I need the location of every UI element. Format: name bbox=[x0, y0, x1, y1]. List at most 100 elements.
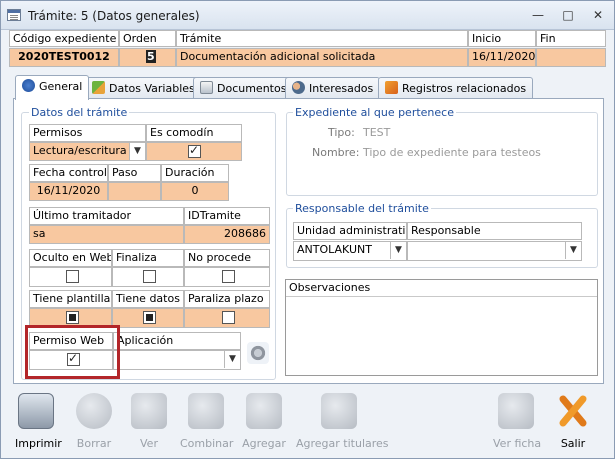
ultimo-tramitador-field[interactable]: sa bbox=[29, 225, 184, 244]
paraliza-plazo-cell bbox=[184, 308, 270, 328]
duracion-label: Duración bbox=[161, 164, 229, 182]
tab-datos-variables-label: Datos Variables bbox=[109, 82, 195, 95]
idtramite-field[interactable]: 208686 bbox=[184, 225, 270, 244]
ver-button[interactable]: Ver bbox=[128, 393, 170, 450]
borrar-label: Borrar bbox=[76, 437, 112, 450]
ultimo-tramitador-label: Último tramitador bbox=[29, 207, 184, 225]
chevron-down-icon[interactable]: ▼ bbox=[565, 242, 581, 259]
fecha-control-field[interactable]: 16/11/2020 bbox=[29, 182, 108, 201]
fin-label: Fin bbox=[536, 30, 606, 47]
agregar-button[interactable]: Agregar bbox=[242, 393, 286, 450]
title-bar: Trámite: 5 (Datos generales) — □ ✕ bbox=[1, 1, 614, 30]
responsable-title: Responsable del trámite bbox=[293, 202, 431, 215]
gear-icon[interactable] bbox=[247, 342, 269, 364]
documents-tab-icon bbox=[200, 81, 213, 94]
chevron-down-icon[interactable]: ▼ bbox=[390, 242, 406, 259]
maximize-button[interactable]: □ bbox=[556, 6, 580, 24]
record-card-icon bbox=[498, 393, 534, 429]
aplicacion-select[interactable]: ▼ bbox=[113, 350, 241, 370]
ver-ficha-label: Ver ficha bbox=[493, 437, 542, 450]
tab-interesados-label: Interesados bbox=[309, 82, 374, 95]
combinar-button[interactable]: Combinar bbox=[180, 393, 234, 450]
close-button[interactable]: ✕ bbox=[586, 6, 610, 24]
datos-tramite-title: Datos del trámite bbox=[29, 106, 130, 119]
imprimir-button[interactable]: Imprimir bbox=[15, 393, 62, 450]
paso-field[interactable] bbox=[108, 182, 161, 201]
main-window: Trámite: 5 (Datos generales) — □ ✕ Códig… bbox=[0, 0, 615, 459]
ver-ficha-button[interactable]: Ver ficha bbox=[493, 393, 542, 450]
people-tab-icon bbox=[292, 81, 305, 94]
orden-value: 5 bbox=[146, 50, 156, 63]
paso-label: Paso bbox=[108, 164, 161, 182]
tab-general-label: General bbox=[39, 80, 83, 93]
oculto-web-checkbox[interactable] bbox=[66, 270, 79, 283]
permisos-value: Lectura/escritura bbox=[33, 144, 127, 157]
codigo-expediente-field[interactable]: 2020TEST0012 bbox=[9, 48, 119, 67]
permisos-select[interactable]: Lectura/escritura ▼ bbox=[29, 142, 146, 161]
tab-documentos-label: Documentos bbox=[217, 82, 287, 95]
comodin-checkbox[interactable] bbox=[188, 143, 201, 158]
observaciones-text[interactable] bbox=[286, 297, 597, 301]
unidad-value: ANTOLAKUNT bbox=[297, 243, 372, 256]
expediente-title: Expediente al que pertenece bbox=[293, 106, 456, 119]
observaciones-box[interactable]: Observaciones bbox=[285, 279, 598, 376]
finaliza-checkbox[interactable] bbox=[143, 270, 156, 283]
agregar-titulares-label: Agregar titulares bbox=[296, 437, 389, 450]
codigo-expediente-label: Código expediente bbox=[9, 30, 119, 47]
observaciones-label: Observaciones bbox=[286, 280, 597, 297]
nombre-label: Nombre: bbox=[312, 146, 360, 159]
form-app-icon bbox=[7, 9, 21, 21]
tab-datos-variables[interactable]: Datos Variables bbox=[85, 77, 202, 99]
tramite-field[interactable]: Documentación adicional solicitada bbox=[176, 48, 468, 67]
chevron-down-icon[interactable]: ▼ bbox=[129, 143, 145, 160]
exit-icon bbox=[555, 393, 591, 429]
responsable-select[interactable]: ▼ bbox=[407, 241, 582, 261]
salir-label: Salir bbox=[560, 437, 586, 450]
tipo-label: Tipo: bbox=[328, 126, 355, 139]
tiene-plantillas-checkbox[interactable] bbox=[66, 311, 79, 324]
add-person-icon bbox=[246, 393, 282, 429]
orden-field[interactable]: 5 bbox=[119, 48, 176, 67]
combinar-label: Combinar bbox=[180, 437, 234, 450]
duracion-field[interactable]: 0 bbox=[161, 182, 229, 201]
agregar-label: Agregar bbox=[242, 437, 286, 450]
combine-icon bbox=[188, 393, 224, 429]
salir-button[interactable]: Salir bbox=[552, 393, 594, 450]
paraliza-plazo-checkbox[interactable] bbox=[222, 311, 235, 324]
minimize-button[interactable]: — bbox=[526, 6, 550, 24]
tab-documentos[interactable]: Documentos bbox=[193, 77, 294, 99]
tab-registros-relacionados-label: Registros relacionados bbox=[402, 82, 527, 95]
delete-icon bbox=[76, 393, 112, 429]
fecha-control-label: Fecha control bbox=[29, 164, 108, 182]
printer-icon bbox=[18, 393, 54, 429]
related-records-tab-icon bbox=[385, 81, 398, 94]
tiene-datos-checkbox[interactable] bbox=[143, 311, 156, 324]
variables-tab-icon bbox=[92, 81, 105, 94]
chevron-down-icon[interactable]: ▼ bbox=[224, 351, 240, 368]
agregar-titulares-button[interactable]: Agregar titulares bbox=[296, 393, 389, 450]
imprimir-label: Imprimir bbox=[15, 437, 62, 450]
tramite-label: Trámite bbox=[176, 30, 468, 47]
fin-field[interactable] bbox=[536, 48, 606, 67]
magnifier-icon bbox=[131, 393, 167, 429]
finaliza-label: Finaliza bbox=[112, 249, 184, 267]
borrar-button[interactable]: Borrar bbox=[73, 393, 115, 450]
idtramite-label: IDTramite bbox=[184, 207, 270, 225]
tiene-plantillas-label: Tiene plantillas bbox=[29, 290, 112, 308]
add-holders-icon bbox=[321, 393, 357, 429]
finaliza-cell bbox=[112, 267, 184, 287]
ver-label: Ver bbox=[140, 437, 158, 450]
tab-registros-relacionados[interactable]: Registros relacionados bbox=[378, 77, 534, 99]
permisos-label: Permisos bbox=[29, 124, 146, 142]
tab-interesados[interactable]: Interesados bbox=[285, 77, 381, 99]
tab-general[interactable]: General bbox=[15, 75, 90, 100]
tiene-datos-label: Tiene datos bbox=[112, 290, 184, 308]
inicio-field[interactable]: 16/11/2020 bbox=[468, 48, 536, 67]
comodin-label: Es comodín bbox=[146, 124, 242, 142]
no-procede-checkbox[interactable] bbox=[222, 270, 235, 283]
no-procede-cell bbox=[184, 267, 270, 287]
paraliza-plazo-label: Paraliza plazo bbox=[184, 290, 270, 308]
general-tab-icon bbox=[22, 79, 35, 92]
unidad-select[interactable]: ANTOLAKUNT ▼ bbox=[293, 241, 407, 261]
tiene-datos-cell bbox=[112, 308, 184, 328]
